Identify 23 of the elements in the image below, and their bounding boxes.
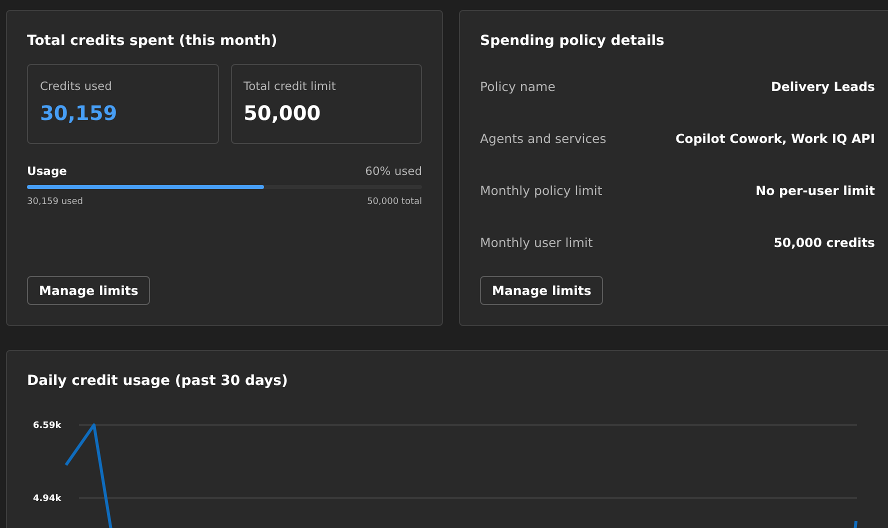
usage-percent: 60% used <box>365 164 422 178</box>
stat-value: 30,159 <box>40 101 118 125</box>
card-title: Daily credit usage (past 30 days) <box>27 373 289 389</box>
detail-label: Agents and services <box>480 131 606 146</box>
used-amount: 30,159 used <box>27 197 83 207</box>
detail-value: Copilot Cowork, Work IQ API <box>675 131 875 146</box>
detail-value: Delivery Leads <box>771 79 875 94</box>
manage-limits-button[interactable]: Manage limits <box>480 276 604 305</box>
detail-value: No per-user limit <box>756 183 875 198</box>
detail-label: Policy name <box>480 79 556 94</box>
card-title: Spending policy details <box>480 33 666 49</box>
detail-value: 50,000 credits <box>774 235 875 250</box>
total-amount: 50,000 total <box>367 197 422 207</box>
usage-label: Usage <box>27 164 67 178</box>
card-title: Total credits spent (this month) <box>27 33 278 49</box>
axis-label: 6.59k <box>33 421 62 431</box>
stat-value: 50,000 <box>244 101 322 125</box>
axis-label: 4.94k <box>33 494 62 504</box>
stat-label: Credits used <box>40 79 113 93</box>
detail-label: Monthly policy limit <box>480 183 602 198</box>
detail-label: Monthly user limit <box>480 235 593 250</box>
manage-limits-button[interactable]: Manage limits <box>27 276 150 305</box>
stat-label: Total credit limit <box>244 79 337 93</box>
